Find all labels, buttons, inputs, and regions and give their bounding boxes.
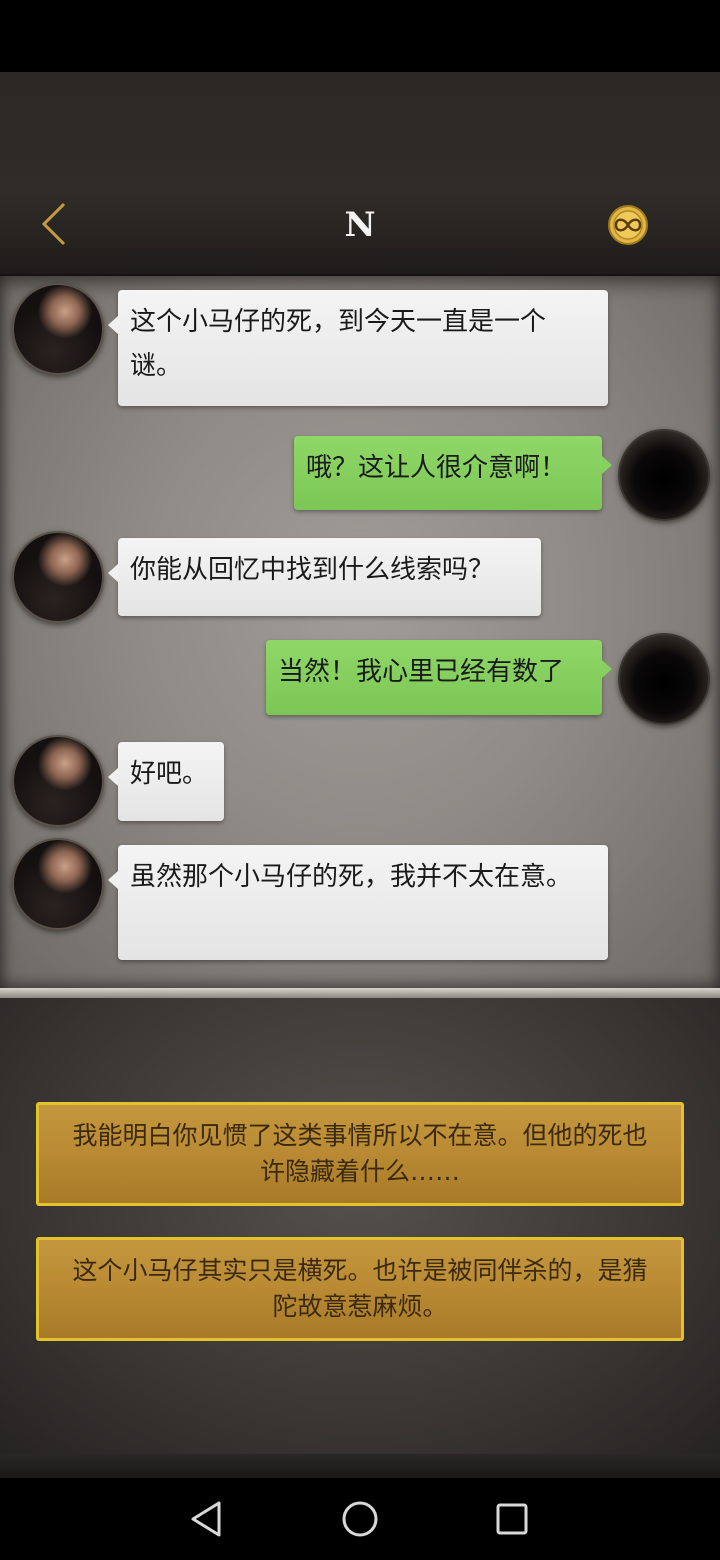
npc-avatar[interactable] [12, 735, 104, 827]
footer-strip [0, 1454, 720, 1478]
choice-text: 这个小马仔其实只是横死。也许是被同伴杀的，是猜陀故意惹麻烦。 [72, 1256, 648, 1321]
chat-divider [0, 988, 720, 998]
circle-home-icon [342, 1501, 378, 1537]
choice-text: 我能明白你见惯了这类事情所以不在意。但他的死也许隐藏着什么…… [72, 1121, 648, 1186]
message-text: 虽然那个小马仔的死，我并不太在意。 [130, 862, 573, 892]
npc-message-bubble: 虽然那个小马仔的死，我并不太在意。 [108, 845, 608, 960]
choice-button-1[interactable]: 我能明白你见惯了这类事情所以不在意。但他的死也许隐藏着什么…… [36, 1102, 684, 1206]
nav-recents-button[interactable] [488, 1495, 536, 1543]
player-message-bubble: 哦？这让人很介意啊！ [294, 436, 612, 510]
npc-avatar[interactable] [12, 283, 104, 375]
message-text: 哦？这让人很介意啊！ [306, 453, 567, 483]
nav-home-button[interactable] [336, 1495, 384, 1543]
back-button[interactable] [38, 200, 72, 248]
npc-avatar[interactable] [12, 838, 104, 930]
square-recents-icon [496, 1503, 528, 1535]
message-text: 你能从回忆中找到什么线索吗？ [130, 555, 495, 585]
chevron-left-icon [41, 202, 66, 246]
triangle-back-icon [191, 1501, 221, 1537]
choice-button-2[interactable]: 这个小马仔其实只是横死。也许是被同伴杀的，是猜陀故意惹麻烦。 [36, 1237, 684, 1341]
npc-message-bubble: 好吧。 [108, 742, 224, 821]
player-message-bubble: 当然！我心里已经有数了 [266, 640, 612, 715]
npc-avatar[interactable] [12, 531, 104, 623]
npc-message-bubble: 这个小马仔的死，到今天一直是一个谜。 [108, 290, 608, 406]
nav-back-button[interactable] [183, 1495, 231, 1543]
coin-infinity-icon [608, 205, 648, 245]
player-avatar[interactable] [618, 429, 710, 521]
coin-button[interactable] [606, 203, 650, 247]
message-text: 这个小马仔的死，到今天一直是一个谜。 [130, 307, 547, 381]
player-avatar[interactable] [618, 633, 710, 725]
message-text: 当然！我心里已经有数了 [278, 657, 565, 687]
npc-message-bubble: 你能从回忆中找到什么线索吗？ [108, 538, 541, 616]
message-text: 好吧。 [130, 759, 209, 789]
status-bar [0, 0, 720, 72]
page-title: N [344, 205, 376, 245]
choices-panel [0, 998, 720, 1454]
system-nav-bar [0, 1478, 720, 1560]
